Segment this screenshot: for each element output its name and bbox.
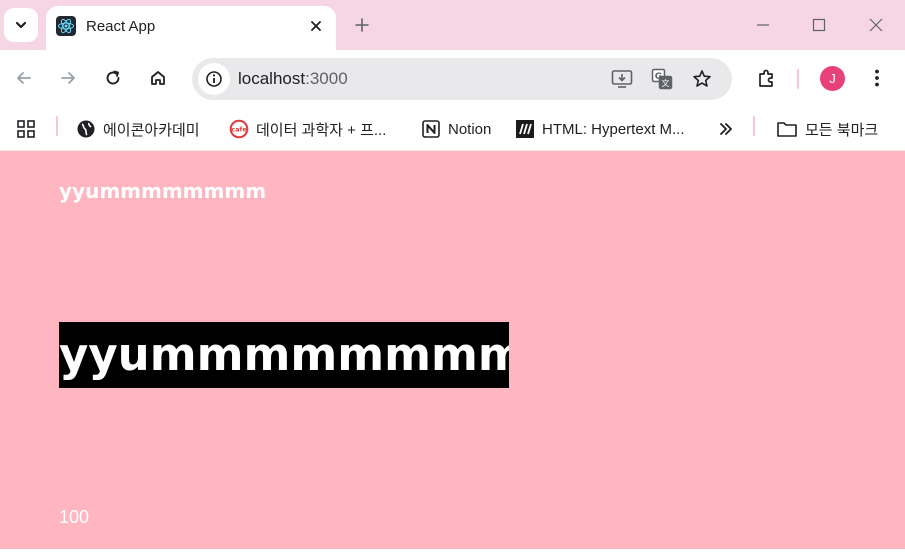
home-icon: [151, 71, 165, 85]
arrow-right-icon: [61, 72, 75, 84]
translate-icon: G文: [651, 68, 673, 90]
forward-button[interactable]: [52, 62, 84, 94]
maximize-button[interactable]: [804, 10, 834, 40]
bookmarks-separator: [753, 116, 755, 136]
bookmark-label: 에이콘아카데미: [103, 121, 200, 139]
bookmark-label: Notion: [448, 120, 492, 138]
folder-icon: [777, 122, 797, 137]
maximize-icon: [812, 18, 826, 32]
close-icon: [869, 18, 883, 32]
bookmark-item[interactable]: cafe 데이터 과학자 + 프...: [229, 116, 386, 142]
react-logo-icon: [56, 16, 76, 36]
home-button[interactable]: [142, 62, 174, 94]
star-icon: [693, 70, 711, 87]
page-content: yyummmmmmmm yyummmmmmmm 100: [0, 151, 905, 549]
extensions-button[interactable]: [750, 62, 782, 94]
bookmark-item[interactable]: Notion: [421, 116, 491, 142]
address-bar[interactable]: localhost:3000 G文: [192, 58, 732, 100]
apps-button[interactable]: [16, 116, 36, 142]
globe-icon: [77, 120, 95, 138]
all-bookmarks-label: 모든 북마크: [805, 121, 879, 139]
minimize-icon: [757, 24, 769, 26]
url-port: :3000: [305, 69, 348, 88]
toolbar-separator: [797, 69, 799, 89]
more-bookmarks-button[interactable]: [718, 116, 734, 142]
puzzle-icon: [759, 69, 773, 87]
reload-button[interactable]: [97, 62, 129, 94]
svg-text:文: 文: [662, 78, 670, 88]
translate-button[interactable]: G文: [650, 67, 674, 91]
url-text[interactable]: localhost:3000: [238, 69, 348, 89]
bookmark-star-button[interactable]: [690, 67, 714, 91]
bookmarks-bar: 에이콘아카데미 cafe 데이터 과학자 + 프... Notion HTML:…: [0, 108, 905, 151]
plus-icon: [355, 18, 369, 32]
count-value: 100: [59, 507, 90, 527]
new-tab-button[interactable]: [350, 13, 374, 37]
info-icon: [206, 71, 222, 87]
chevron-down-icon: [15, 21, 27, 29]
site-info-button[interactable]: [198, 63, 230, 95]
chevron-double-right-icon: [720, 123, 732, 135]
bookmark-item[interactable]: 에이콘아카데미: [76, 116, 200, 142]
bookmarks-separator: [56, 116, 58, 136]
tab-strip: React App: [0, 0, 905, 50]
arrow-left-icon: [17, 72, 31, 84]
back-button[interactable]: [8, 62, 40, 94]
small-heading: yyummmmmmmm: [59, 179, 267, 203]
reload-icon: [106, 70, 120, 85]
all-bookmarks-folder[interactable]: 모든 북마크: [776, 116, 878, 142]
svg-text:cafe: cafe: [231, 126, 247, 134]
mdn-icon: [516, 120, 534, 138]
tab-title: React App: [86, 18, 156, 35]
menu-button[interactable]: [861, 62, 893, 94]
install-app-button[interactable]: [610, 67, 634, 91]
cafe-icon: cafe: [229, 119, 249, 139]
bookmark-label: HTML: Hypertext M...: [542, 120, 685, 138]
install-icon: [611, 70, 633, 88]
window-bottom-edge: [0, 549, 905, 555]
active-tab[interactable]: React App: [46, 6, 336, 50]
minimize-button[interactable]: [748, 10, 778, 40]
bookmark-item[interactable]: HTML: Hypertext M...: [515, 116, 685, 142]
window-close-button[interactable]: [861, 10, 891, 40]
url-host: localhost: [238, 69, 306, 88]
tab-close-button[interactable]: [304, 14, 328, 38]
browser-toolbar: localhost:3000 G文 J: [0, 50, 905, 108]
profile-avatar[interactable]: J: [820, 66, 845, 91]
bookmark-label: 데이터 과학자 + 프...: [256, 121, 387, 139]
apps-grid-icon: [17, 120, 35, 138]
tab-search-button[interactable]: [4, 8, 38, 42]
notion-icon: [422, 120, 440, 138]
large-heading: yyummmmmmmm: [59, 322, 509, 388]
more-vertical-icon: [875, 69, 879, 87]
close-icon: [311, 21, 321, 31]
